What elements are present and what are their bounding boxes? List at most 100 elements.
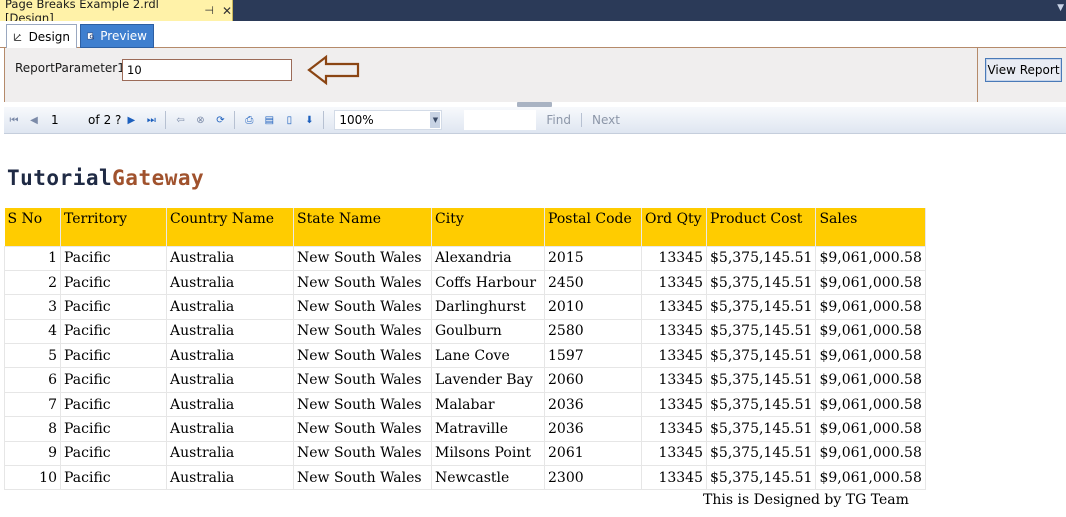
- total-pages: 2 ?: [103, 113, 122, 127]
- first-page-icon[interactable]: ⏮: [4, 110, 24, 130]
- table-cell: $9,061,000.58: [815, 416, 926, 442]
- table-cell: 2015: [544, 245, 642, 271]
- tutorial-gateway-logo: TutorialGateway: [7, 166, 204, 190]
- chevron-down-icon[interactable]: ▼: [430, 112, 441, 128]
- table-cell: 13345: [641, 416, 707, 442]
- table-cell: $9,061,000.58: [815, 391, 926, 418]
- next-link[interactable]: Next: [592, 113, 620, 127]
- table-cell: 2036: [544, 391, 642, 418]
- table-cell: 6: [4, 367, 61, 393]
- report-table: S No Territory Country Name State Name C…: [4, 208, 926, 491]
- print-layout-icon[interactable]: ▤: [259, 110, 279, 130]
- tab-preview[interactable]: Preview: [80, 24, 154, 48]
- zoom-select[interactable]: 100% ▼: [334, 110, 443, 130]
- table-cell: 13345: [641, 367, 707, 393]
- table-cell: Pacific: [60, 440, 167, 467]
- table-cell: Australia: [166, 343, 294, 369]
- table-cell: 8: [4, 416, 61, 442]
- table-cell: Australia: [166, 367, 294, 393]
- table-cell: Lane Cove: [431, 343, 545, 369]
- print-icon[interactable]: ⎙: [239, 110, 259, 130]
- next-page-icon[interactable]: ▶: [121, 110, 141, 130]
- table-cell: Pacific: [60, 416, 167, 442]
- table-cell: $5,375,145.51: [705, 343, 817, 369]
- report-toolbar: ⏮ ◀ of 2 ? ▶ ⏭ ⇦ ⊗ ⟳ ⎙ ▤ ▯ ⬇ 100% ▼ Find…: [4, 107, 1066, 134]
- last-page-icon[interactable]: ⏭: [141, 110, 161, 130]
- column-header: Sales: [815, 208, 926, 247]
- find-divider: [581, 113, 582, 127]
- column-header: Territory: [60, 208, 167, 247]
- current-page-input[interactable]: [48, 111, 86, 129]
- table-cell: 10: [4, 465, 61, 491]
- column-header: Ord Qty: [641, 208, 707, 247]
- table-cell: $5,375,145.51: [705, 440, 817, 467]
- table-cell: New South Wales: [293, 245, 432, 271]
- table-cell: New South Wales: [293, 416, 432, 442]
- table-cell: 13345: [641, 318, 707, 345]
- table-cell: 4: [4, 318, 61, 345]
- stop-icon[interactable]: ⊗: [190, 110, 210, 130]
- footer-note: This is Designed by TG Team: [703, 492, 909, 508]
- table-cell: $9,061,000.58: [815, 318, 926, 345]
- table-cell: 1: [4, 245, 61, 271]
- previous-page-icon[interactable]: ◀: [24, 110, 44, 130]
- tab-design-label: Design: [28, 29, 70, 44]
- table-cell: $5,375,145.51: [705, 391, 817, 418]
- table-cell: Australia: [166, 294, 294, 320]
- table-cell: Pacific: [60, 391, 167, 418]
- table-cell: $5,375,145.51: [705, 318, 817, 345]
- parameter-label: ReportParameter1: [15, 61, 125, 75]
- table-row: 3 Pacific Australia New South Wales Darlingh…: [4, 294, 926, 320]
- tab-design[interactable]: Design: [6, 24, 77, 48]
- view-report-button[interactable]: View Report: [985, 58, 1062, 82]
- table-cell: $5,375,145.51: [705, 269, 817, 296]
- table-cell: 3: [4, 294, 61, 320]
- table-cell: Lavender Bay: [431, 367, 545, 393]
- table-cell: New South Wales: [293, 343, 432, 369]
- table-body: 1 Pacific Australia New South Wales Alexandr…: [4, 245, 926, 491]
- table-cell: New South Wales: [293, 294, 432, 320]
- table-cell: Darlinghurst: [431, 294, 545, 320]
- table-row: 9 Pacific Australia New South Wales Milsons …: [4, 440, 926, 467]
- zoom-value: 100%: [339, 113, 374, 127]
- table-cell: $5,375,145.51: [705, 294, 817, 320]
- table-cell: Pacific: [60, 294, 167, 320]
- table-row: 10 Pacific Australia New South Wales Newcast…: [4, 465, 926, 491]
- find-input[interactable]: [464, 110, 537, 130]
- table-cell: Australia: [166, 245, 294, 271]
- document-tab-strip: Page Breaks Example 2.rdl [Design] ⊣ ✕ ▼: [0, 0, 1066, 25]
- table-cell: 13345: [641, 343, 707, 369]
- column-header: Postal Code: [544, 208, 642, 247]
- table-cell: Pacific: [60, 269, 167, 296]
- table-cell: $9,061,000.58: [815, 245, 926, 271]
- of-label: of: [88, 113, 100, 127]
- back-icon[interactable]: ⇦: [170, 110, 190, 130]
- export-icon[interactable]: ⬇: [299, 110, 319, 130]
- logo-part-2: Gateway: [112, 166, 205, 190]
- refresh-icon[interactable]: ⟳: [210, 110, 230, 130]
- table-cell: 2010: [544, 294, 642, 320]
- document-tab[interactable]: Page Breaks Example 2.rdl [Design] ⊣ ✕: [0, 0, 233, 25]
- chevron-down-icon[interactable]: ▼: [1057, 3, 1064, 13]
- table-cell: $9,061,000.58: [815, 269, 926, 296]
- table-cell: Alexandria: [431, 245, 545, 271]
- table-row: 6 Pacific Australia New South Wales Lavender…: [4, 367, 926, 393]
- table-cell: Milsons Point: [431, 440, 545, 467]
- pin-icon[interactable]: ⊣: [204, 4, 214, 17]
- table-cell: 2060: [544, 367, 642, 393]
- table-cell: Malabar: [431, 391, 545, 418]
- tab-preview-label: Preview: [100, 29, 147, 43]
- table-cell: $5,375,145.51: [705, 367, 817, 393]
- table-cell: $9,061,000.58: [815, 440, 926, 467]
- table-cell: Pacific: [60, 465, 167, 491]
- close-icon[interactable]: ✕: [222, 4, 232, 18]
- find-link[interactable]: Find: [546, 113, 571, 127]
- table-row: 8 Pacific Australia New South Wales Matravil…: [4, 416, 926, 442]
- parameter-input[interactable]: [122, 59, 292, 81]
- parameter-divider: [977, 48, 978, 102]
- toolbar-divider: [234, 111, 236, 129]
- table-cell: 2580: [544, 318, 642, 345]
- table-cell: $5,375,145.51: [705, 416, 817, 442]
- page-setup-icon[interactable]: ▯: [279, 110, 299, 130]
- table-cell: 1597: [544, 343, 642, 369]
